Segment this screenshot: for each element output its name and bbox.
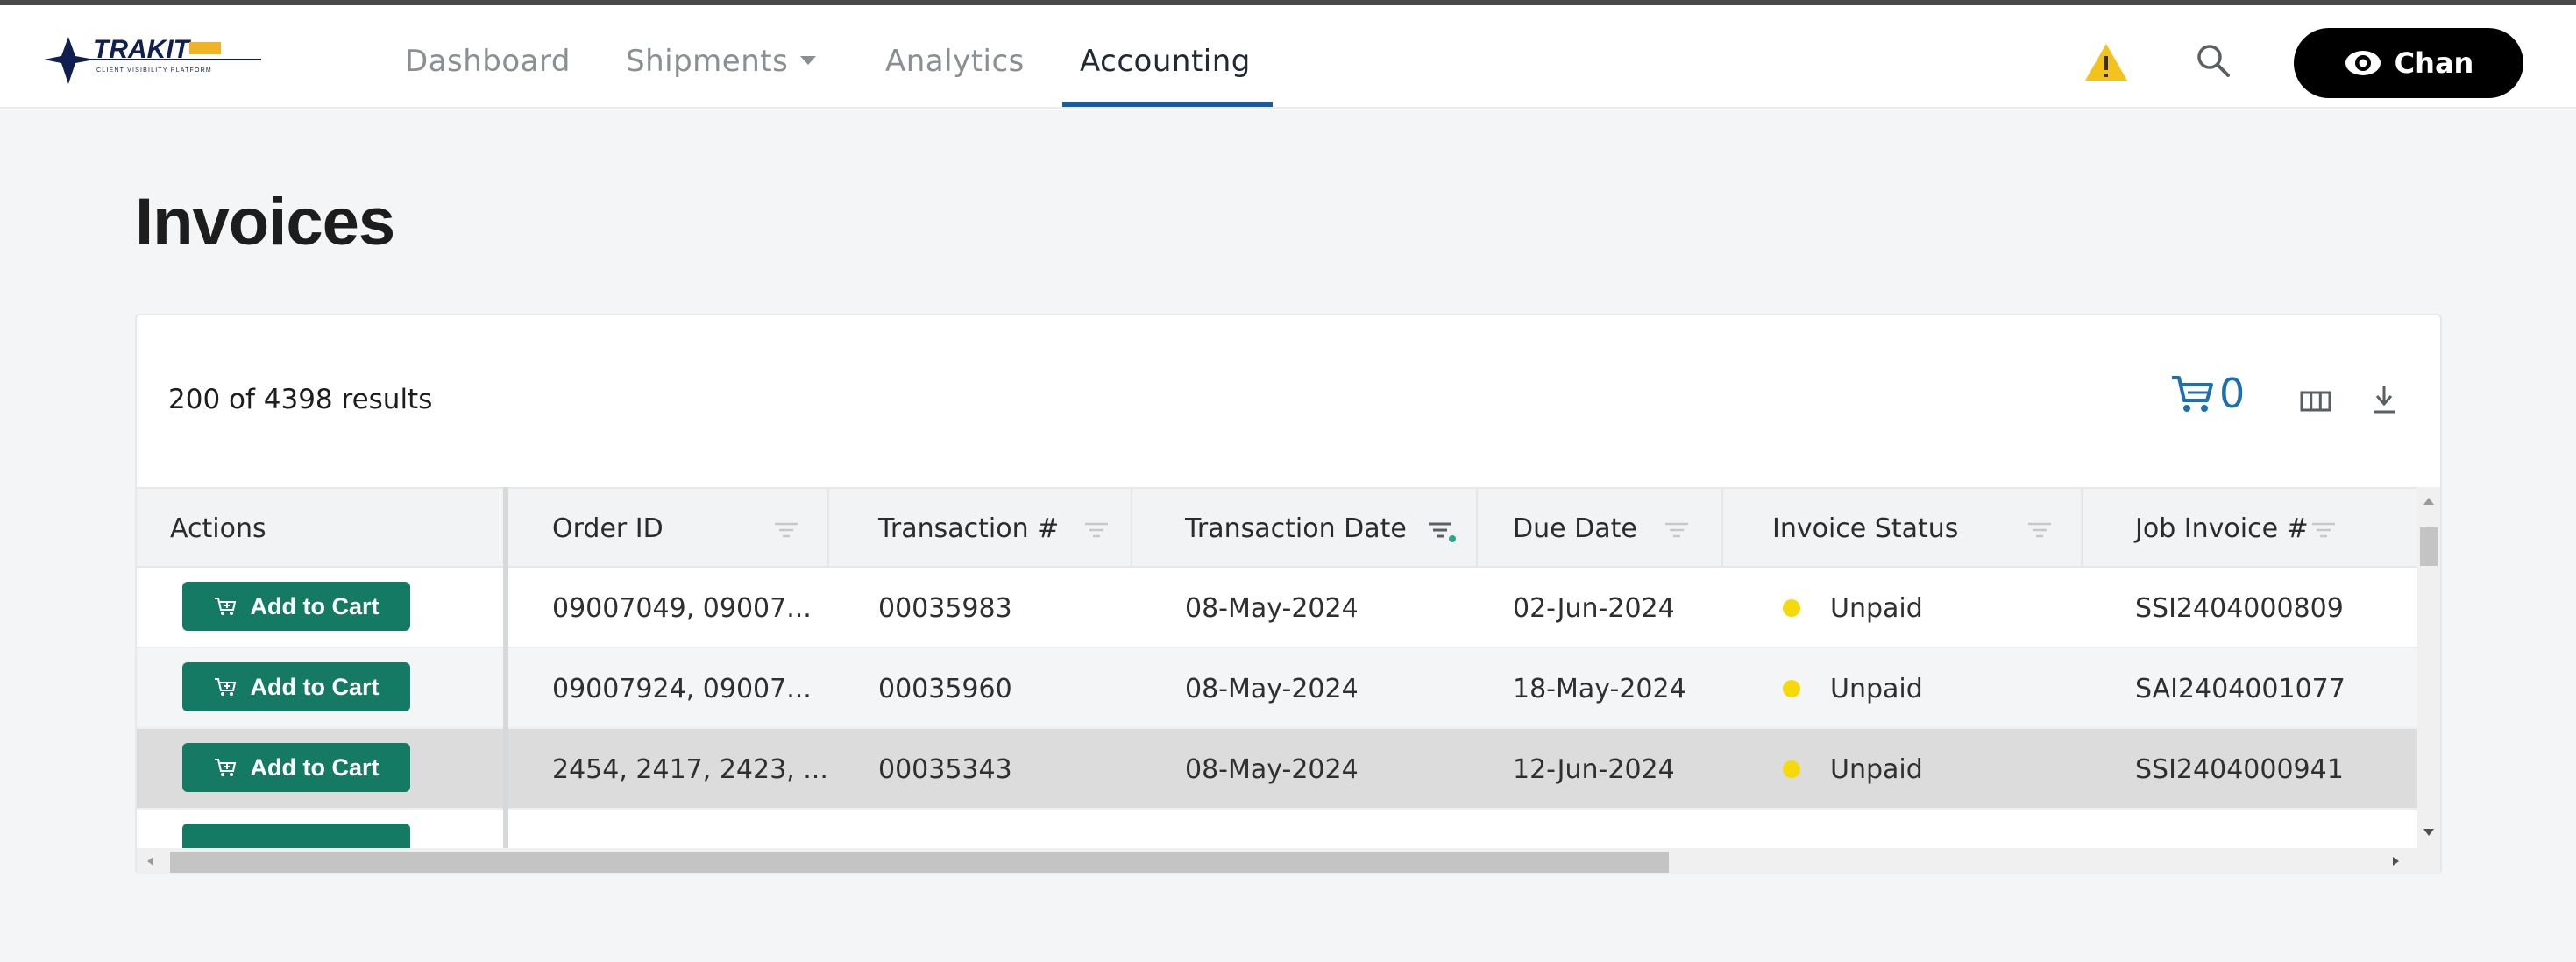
filter-icon[interactable] <box>773 520 799 540</box>
add-to-cart-label: Add to Cart <box>250 673 380 700</box>
user-view-button[interactable]: Chan <box>2294 28 2523 98</box>
cell-order-id: 2454, 2417, 2423, ... <box>552 753 828 785</box>
filter-icon[interactable] <box>1083 520 1110 540</box>
cell-job-invoice: SAI2404001077 <box>2135 673 2345 704</box>
status-dot <box>1783 760 1800 778</box>
cell-invoice-status: Unpaid <box>1783 648 1923 729</box>
status-label: Unpaid <box>1830 592 1923 624</box>
add-to-cart-label: Add to Cart <box>250 592 380 619</box>
cell-transaction-date: 08-May-2024 <box>1185 592 1359 624</box>
scroll-left-arrow-icon[interactable] <box>147 857 153 866</box>
cart-plus-icon <box>214 678 236 696</box>
cell-order-id: 09007924, 09007... <box>552 673 812 704</box>
column-header-label: Transaction Date <box>1185 513 1407 544</box>
status-dot <box>1783 599 1800 617</box>
add-to-cart-button[interactable]: Add to Cart <box>182 743 410 792</box>
nav-dashboard[interactable]: Dashboard <box>405 44 571 79</box>
nav-dashboard-label: Dashboard <box>405 44 571 79</box>
column-header-label: Order ID <box>552 513 664 544</box>
nav-analytics[interactable]: Analytics <box>885 44 1025 79</box>
column-header-label: Due Date <box>1513 513 1637 544</box>
cart-button[interactable]: 0 <box>2170 370 2245 417</box>
cart-icon <box>2172 376 2213 412</box>
trakit-logo[interactable]: TRAKIT CLIENT VISIBILITY PLATFORM <box>42 23 261 93</box>
results-count: 200 of 4398 results <box>168 384 433 415</box>
column-header-order-id[interactable]: Order ID <box>508 489 829 568</box>
cell-transaction-number: 00035960 <box>878 673 1012 704</box>
scroll-down-arrow-icon[interactable] <box>2423 829 2434 836</box>
search-icon[interactable] <box>2193 40 2233 81</box>
column-header-due-date[interactable]: Due Date <box>1478 489 1723 568</box>
svg-text:TRAKIT: TRAKIT <box>93 35 192 64</box>
cell-order-id: 09007049, 09007... <box>552 592 812 624</box>
filter-icon[interactable] <box>1664 520 1690 540</box>
cell-job-invoice: SSI2404000809 <box>2135 592 2344 624</box>
cell-due-date: 12-Jun-2024 <box>1513 753 1675 785</box>
chevron-down-icon <box>800 55 817 65</box>
column-header-label: Invoice Status <box>1772 513 1959 544</box>
table-header: Actions Order ID Transaction # Transacti… <box>137 487 2417 568</box>
nav-accounting-label: Accounting <box>1080 44 1251 79</box>
status-label: Unpaid <box>1830 753 1923 785</box>
table-row[interactable]: Add to Cart 09007924, 09007... 00035960 … <box>137 648 2417 729</box>
scroll-up-arrow-icon[interactable] <box>2423 498 2434 505</box>
cell-due-date: 02-Jun-2024 <box>1513 592 1675 624</box>
column-header-label: Actions <box>170 513 266 544</box>
page-body: Invoices 200 of 4398 results 0 Actions O… <box>0 110 2576 962</box>
invoices-table: Actions Order ID Transaction # Transacti… <box>137 487 2440 874</box>
horizontal-scroll-thumb[interactable] <box>170 852 1669 873</box>
svg-text:CLIENT VISIBILITY PLATFORM: CLIENT VISIBILITY PLATFORM <box>96 67 212 74</box>
column-header-invoice-status[interactable]: Invoice Status <box>1723 489 2083 568</box>
active-tab-indicator <box>1062 102 1273 107</box>
pinned-column-divider[interactable] <box>503 487 508 848</box>
filter-active-icon[interactable] <box>1427 520 1457 543</box>
app-header: TRAKIT CLIENT VISIBILITY PLATFORM Dashbo… <box>0 5 2576 109</box>
column-header-label: Transaction # <box>878 513 1060 544</box>
cell-due-date: 18-May-2024 <box>1513 673 1686 704</box>
column-header-transaction-number[interactable]: Transaction # <box>829 489 1132 568</box>
cell-invoice-status: Unpaid <box>1783 729 1923 810</box>
column-header-job-invoice[interactable]: Job Invoice # <box>2083 489 2417 568</box>
eye-icon <box>2345 51 2381 75</box>
cell-transaction-date: 08-May-2024 <box>1185 753 1359 785</box>
status-dot <box>1783 680 1800 697</box>
invoices-card: 200 of 4398 results 0 Actions Order ID T… <box>135 314 2442 874</box>
page-title: Invoices <box>135 185 395 259</box>
column-header-actions[interactable]: Actions <box>137 489 503 568</box>
cart-count-value: 0 <box>2219 370 2246 417</box>
scroll-right-arrow-icon[interactable] <box>2393 857 2399 866</box>
table-row[interactable]: Add to Cart 09007049, 09007... 00035983 … <box>137 568 2417 648</box>
add-to-cart-button[interactable]: Add to Cart <box>182 662 410 711</box>
add-to-cart-label: Add to Cart <box>250 753 380 781</box>
status-label: Unpaid <box>1830 673 1923 704</box>
vertical-scrollbar[interactable] <box>2417 487 2440 848</box>
add-to-cart-button[interactable]: Add to Cart <box>182 582 410 631</box>
nav-analytics-label: Analytics <box>885 44 1025 79</box>
nav-accounting[interactable]: Accounting <box>1080 44 1251 79</box>
filter-icon[interactable] <box>2026 520 2053 540</box>
columns-icon[interactable] <box>2300 391 2331 412</box>
cell-job-invoice: SSI2404000941 <box>2135 753 2344 785</box>
warning-icon[interactable] <box>2083 42 2129 82</box>
user-button-label: Chan <box>2394 46 2474 80</box>
column-header-label: Job Invoice # <box>2135 513 2309 544</box>
cell-transaction-date: 08-May-2024 <box>1185 673 1359 704</box>
nav-shipments-label: Shipments <box>626 44 789 79</box>
cell-transaction-number: 00035983 <box>878 592 1012 624</box>
cart-plus-icon <box>214 598 236 615</box>
horizontal-scrollbar[interactable] <box>137 848 2440 874</box>
cart-plus-icon <box>214 759 236 776</box>
filter-icon[interactable] <box>2310 520 2337 540</box>
cell-invoice-status: Unpaid <box>1783 568 1923 648</box>
vertical-scroll-thumb[interactable] <box>2420 527 2438 566</box>
nav-shipments[interactable]: Shipments <box>626 44 817 79</box>
table-row[interactable]: Add to Cart 2454, 2417, 2423, ... 000353… <box>137 729 2417 810</box>
download-icon[interactable] <box>2370 382 2398 417</box>
cell-transaction-number: 00035343 <box>878 753 1012 785</box>
column-header-transaction-date[interactable]: Transaction Date <box>1132 489 1478 568</box>
